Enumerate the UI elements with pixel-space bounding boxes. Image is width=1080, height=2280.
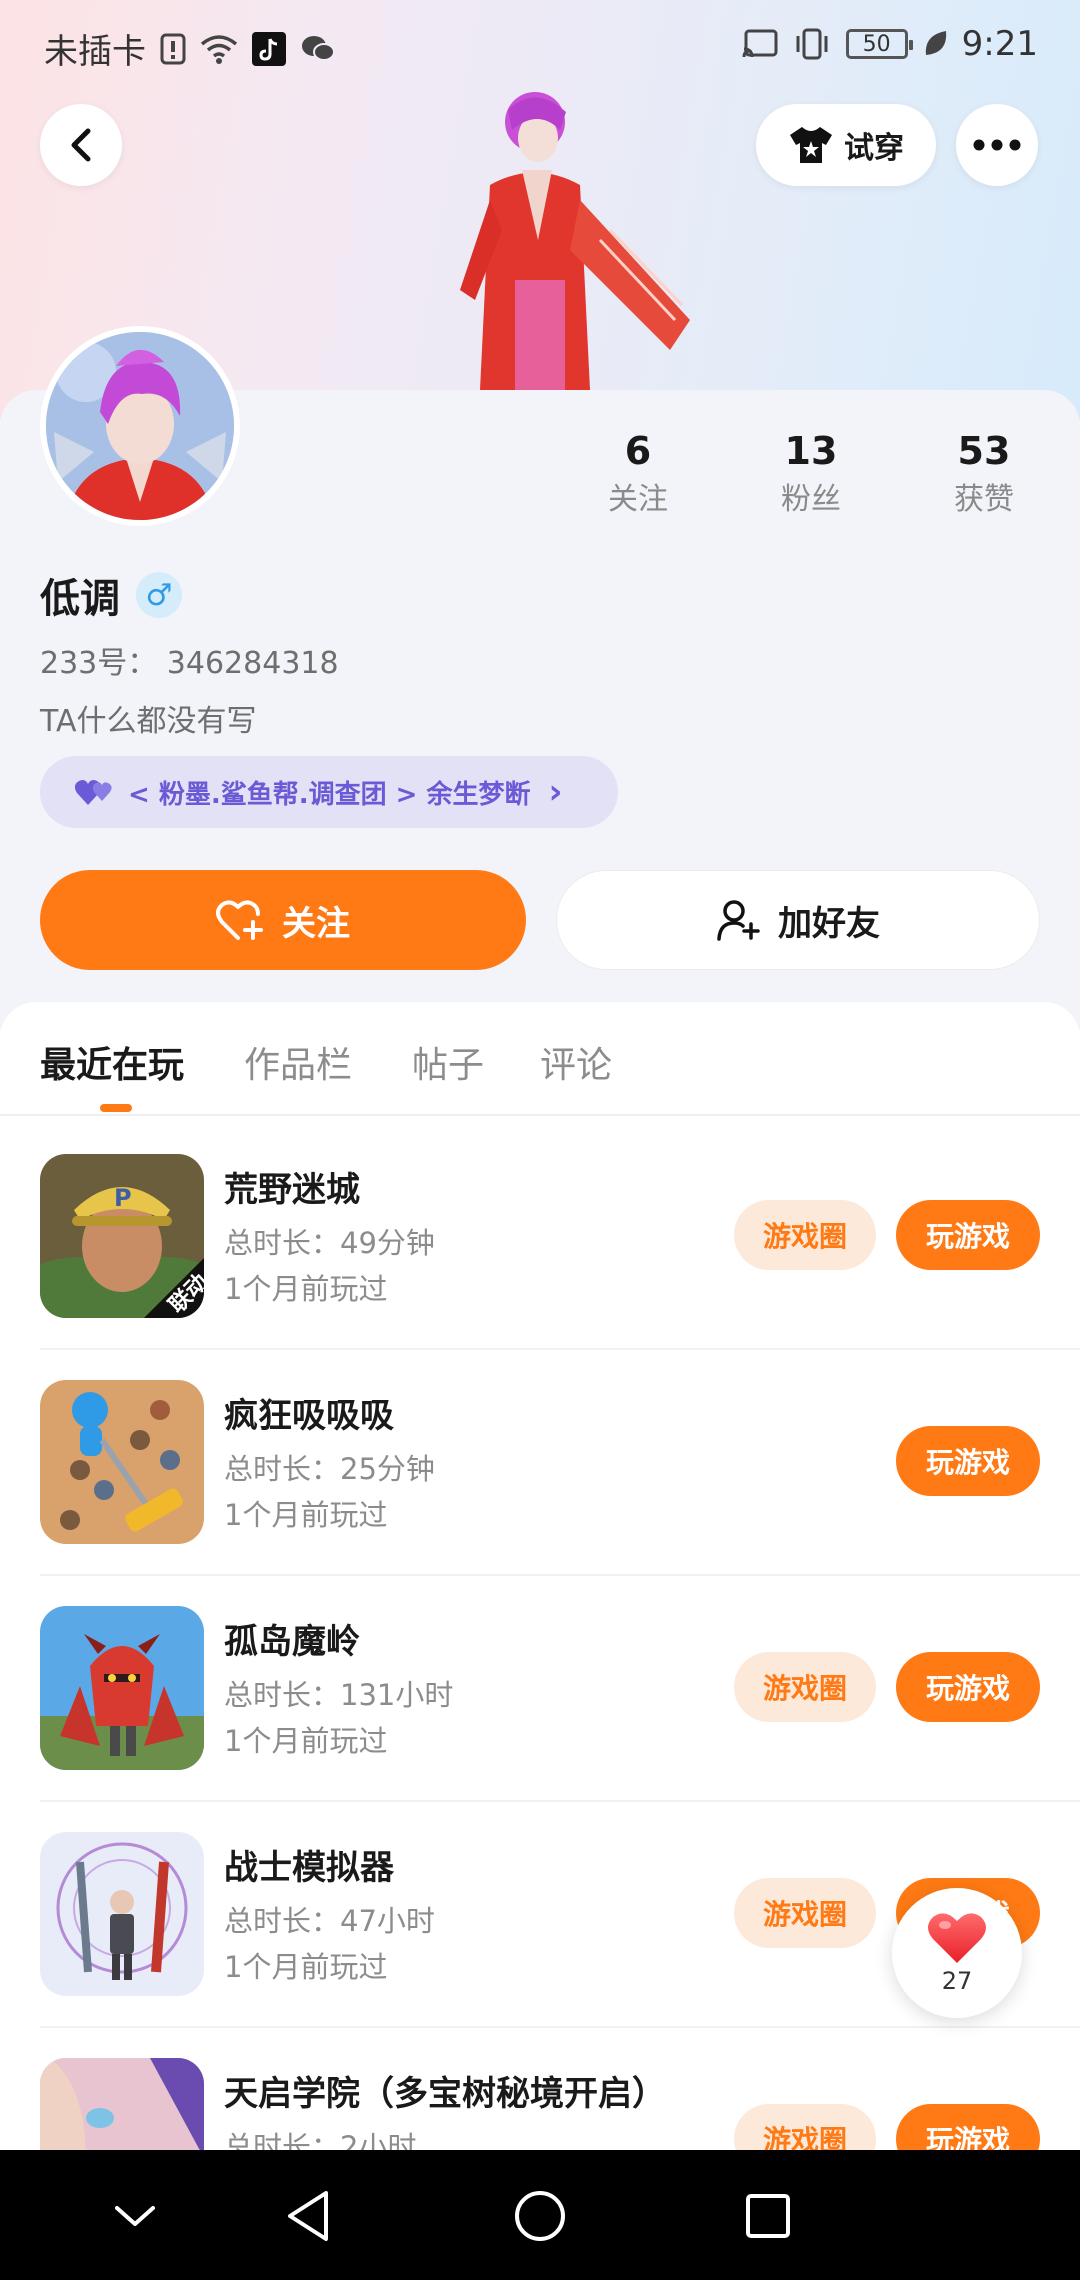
try-on-label: 试穿	[844, 131, 904, 166]
user-id: 233号： 346284318	[40, 646, 339, 681]
username-row: 低调 ♂	[40, 566, 182, 624]
add-friend-button[interactable]: 加好友	[556, 870, 1040, 970]
game-duration: 总时长：2小时	[224, 2130, 417, 2150]
add-user-icon	[717, 900, 760, 941]
play-game-button[interactable]: 玩游戏	[896, 1426, 1040, 1496]
chevron-left-icon	[71, 128, 91, 162]
power-saving-leaf-icon	[925, 31, 946, 55]
like-count: 27	[941, 1967, 973, 1995]
tab-divider	[0, 1114, 1080, 1116]
active-tab-indicator	[100, 1104, 132, 1112]
likes-count: 53	[957, 429, 1011, 473]
game-duration: 总时长：25分钟	[224, 1452, 435, 1486]
avatar-3d-figure	[460, 92, 690, 390]
heart-icon	[928, 1913, 986, 1963]
game-icon-apocalypse-academy	[40, 2058, 204, 2150]
game-name: 战士模拟器	[224, 1848, 394, 1888]
system-navigation-bar	[0, 2150, 1080, 2280]
tab-recently-played[interactable]: 最近在玩	[40, 1036, 184, 1088]
more-options-button[interactable]	[956, 104, 1038, 186]
game-duration: 总时长：131小时	[224, 1678, 454, 1712]
nav-back-button[interactable]	[268, 2176, 348, 2256]
following-count: 6	[624, 429, 652, 473]
game-name: 天启学院（多宝树秘境开启）	[224, 2074, 666, 2114]
game-duration: 总时长：49分钟	[224, 1226, 435, 1260]
game-last-played: 1个月前玩过	[224, 1498, 388, 1532]
game-list-item[interactable]: 天启学院（多宝树秘境开启） 总时长：2小时 游戏圈 玩游戏	[0, 2028, 1080, 2150]
carrier-label: 未插卡	[44, 32, 146, 72]
game-icon-island-demon	[40, 1606, 204, 1770]
game-duration: 总时长：47小时	[224, 1904, 435, 1938]
tab-comments[interactable]: 评论	[540, 1036, 612, 1088]
nav-hide-button[interactable]	[95, 2176, 175, 2256]
play-game-button[interactable]: 玩游戏	[896, 1652, 1040, 1722]
try-on-button[interactable]: 试穿	[756, 104, 936, 186]
guild-chevron-icon: ›	[548, 772, 563, 812]
game-list-item[interactable]: 疯狂吸吸吸 总时长：25分钟 1个月前玩过 玩游戏	[0, 1350, 1080, 1576]
follow-label: 关注	[282, 903, 350, 944]
cast-icon	[742, 29, 778, 58]
circle-home-icon	[515, 2191, 565, 2241]
double-heart-icon	[74, 780, 112, 805]
floating-like-button[interactable]: 27	[892, 1888, 1022, 2018]
guild-path: < 粉墨.鲨鱼帮.调查团 > 余生梦断	[128, 779, 531, 810]
triangle-back-icon	[288, 2191, 328, 2241]
wechat-notification-icon	[302, 35, 335, 61]
game-circle-button[interactable]: 游戏圈	[734, 1652, 876, 1722]
followers-stat[interactable]: 13 粉丝	[736, 424, 886, 522]
square-recents-icon	[746, 2194, 790, 2238]
game-name: 孤岛魔岭	[224, 1622, 360, 1662]
game-name: 荒野迷城	[224, 1170, 360, 1210]
game-icon-wilderness: P 联动	[40, 1154, 204, 1318]
game-circle-button[interactable]: 游戏圈	[734, 2104, 876, 2150]
follow-button[interactable]: 关注	[40, 870, 526, 970]
game-last-played: 1个月前玩过	[224, 1724, 388, 1758]
tab-works[interactable]: 作品栏	[244, 1036, 352, 1088]
game-name: 疯狂吸吸吸	[224, 1396, 394, 1436]
nav-home-button[interactable]	[500, 2176, 580, 2256]
tshirt-icon	[790, 127, 832, 163]
tab-posts[interactable]: 帖子	[412, 1036, 484, 1088]
likes-stat[interactable]: 53 获赞	[909, 424, 1059, 522]
game-last-played: 1个月前玩过	[224, 1950, 388, 1984]
nav-recents-button[interactable]	[728, 2176, 808, 2256]
add-friend-label: 加好友	[778, 903, 880, 944]
followers-count: 13	[784, 429, 838, 473]
likes-label: 获赞	[954, 482, 1014, 517]
game-list-item[interactable]: 孤岛魔岭 总时长：131小时 1个月前玩过 游戏圈 玩游戏	[0, 1576, 1080, 1802]
wifi-icon	[200, 34, 238, 64]
guild-tag[interactable]: < 粉墨.鲨鱼帮.调查团 > 余生梦断 ›	[40, 756, 618, 828]
avatar[interactable]	[40, 326, 240, 526]
vibrate-icon	[796, 28, 828, 60]
game-circle-button[interactable]: 游戏圈	[734, 1200, 876, 1270]
sim-alert-icon	[160, 33, 186, 64]
user-bio: TA什么都没有写	[40, 704, 257, 739]
game-icon-warrior-simulator	[40, 1832, 204, 1996]
male-gender-icon: ♂	[136, 572, 182, 618]
status-bar: 未插卡 50 9:21	[0, 0, 1080, 92]
heart-plus-icon	[216, 900, 263, 940]
game-circle-button[interactable]: 游戏圈	[734, 1878, 876, 1948]
following-label: 关注	[608, 482, 668, 517]
play-game-button[interactable]: 玩游戏	[896, 2104, 1040, 2150]
following-stat[interactable]: 6 关注	[563, 424, 713, 522]
game-list-item[interactable]: P 联动 荒野迷城 总时长：49分钟 1个月前玩过 游戏圈 玩游戏	[0, 1124, 1080, 1350]
battery-indicator: 50	[845, 29, 913, 59]
play-game-button[interactable]: 玩游戏	[896, 1200, 1040, 1270]
username: 低调	[40, 576, 120, 622]
chevron-down-icon	[115, 2206, 155, 2226]
avatar-image	[46, 332, 234, 520]
game-icon-crazy-suck	[40, 1380, 204, 1544]
more-dots-icon	[973, 139, 1021, 151]
svg-text:P: P	[114, 1184, 132, 1212]
followers-label: 粉丝	[781, 482, 841, 517]
game-last-played: 1个月前玩过	[224, 1272, 388, 1306]
back-button[interactable]	[40, 104, 122, 186]
clock: 9:21	[961, 24, 1038, 64]
tiktok-notification-icon	[252, 31, 286, 66]
